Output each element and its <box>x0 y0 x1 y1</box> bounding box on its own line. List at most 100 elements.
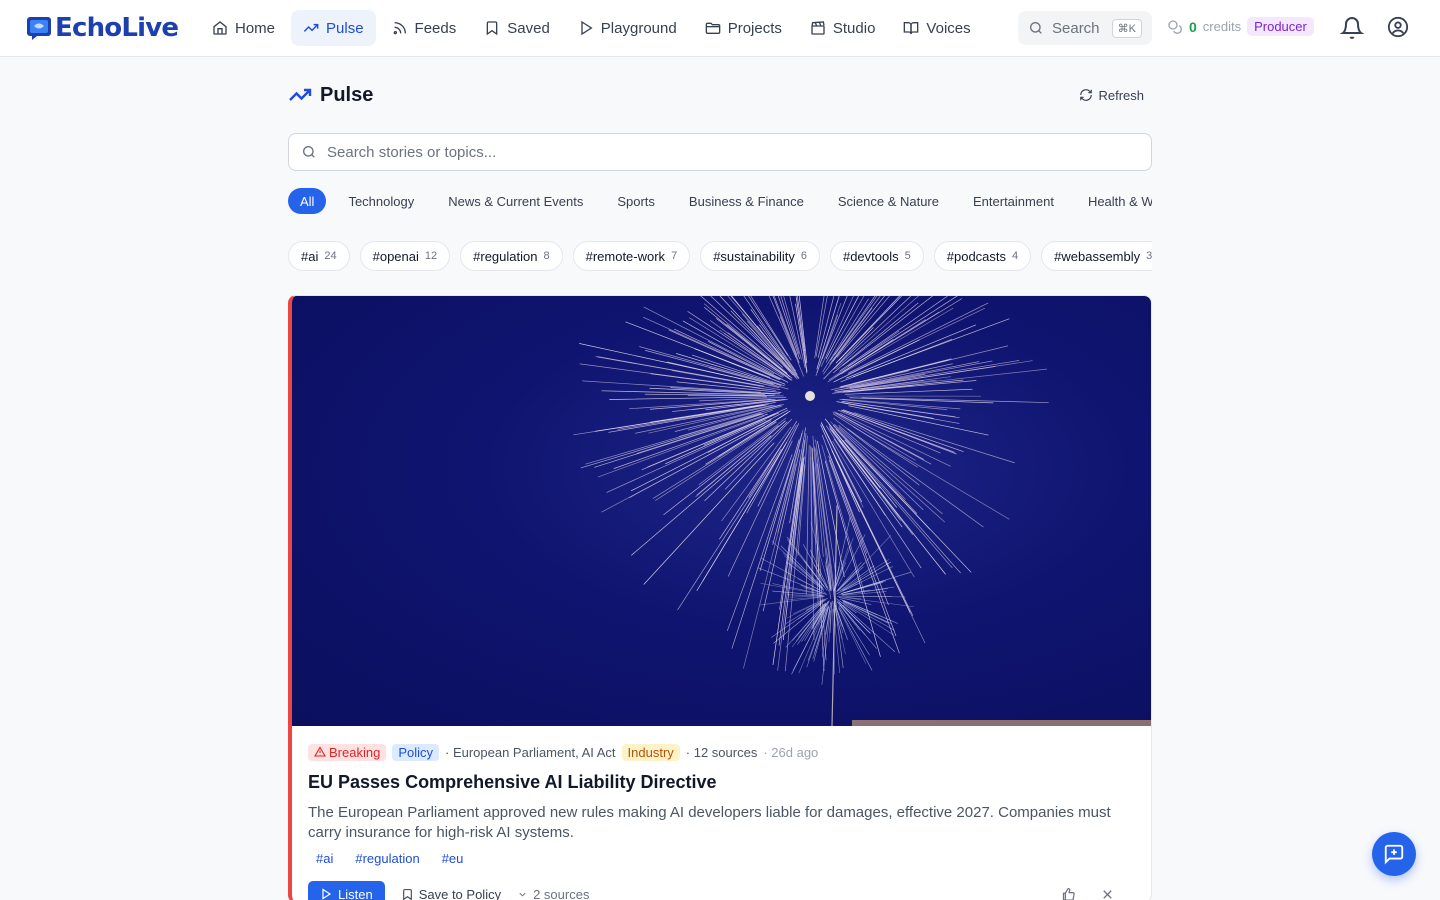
nav-label: Studio <box>832 19 876 37</box>
trending-tag[interactable]: #devtools 5 <box>829 241 924 271</box>
main-nav: Home Pulse Feeds Saved Playground Projec… <box>200 10 983 46</box>
category-technology[interactable]: Technology <box>336 188 426 214</box>
story-tag[interactable]: #regulation <box>355 851 419 866</box>
tag-count: 7 <box>671 250 678 262</box>
story-card[interactable]: Breaking Policy · European Parliament, A… <box>288 295 1152 900</box>
tag-label: #webassembly <box>1054 248 1141 264</box>
nav-label: Saved <box>507 19 550 37</box>
story-tag[interactable]: #eu <box>442 851 464 866</box>
top-navigation-bar: EchoLive Home Pulse Feeds Saved Playgrou… <box>0 0 1440 57</box>
tag-label: #regulation <box>473 248 538 264</box>
trending-tag[interactable]: #ai 24 <box>288 241 350 271</box>
credits-indicator[interactable]: 0 credits Producer <box>1167 17 1314 36</box>
bell-icon <box>1339 17 1365 39</box>
sources-toggle-label: 2 sources <box>533 886 590 900</box>
trending-tag[interactable]: #webassembly 3 <box>1041 241 1152 271</box>
audience-badge: Industry <box>621 743 680 761</box>
search-icon <box>303 146 315 158</box>
firework-illustration <box>573 296 1151 726</box>
bookmark-icon <box>402 888 412 900</box>
trending-icon <box>289 88 312 101</box>
tag-label: #podcasts <box>946 248 1007 264</box>
category-health[interactable]: Health & Wellness <box>1076 188 1152 214</box>
user-menu-button[interactable] <box>1387 16 1409 43</box>
nav-label: Projects <box>727 19 782 37</box>
trending-tag[interactable]: #openai 12 <box>359 241 451 271</box>
user-circle-icon <box>1387 16 1409 38</box>
dismiss-icon[interactable] <box>1100 887 1115 900</box>
nav-playground[interactable]: Playground <box>566 10 689 46</box>
app-logo[interactable]: EchoLive <box>26 13 179 43</box>
save-label: Save to Policy <box>418 886 502 900</box>
save-to-project-button[interactable]: Save to Policy <box>401 887 501 900</box>
folder-icon <box>705 22 721 34</box>
story-age: · 26d ago <box>763 744 819 760</box>
story-source-count: · 12 sources <box>685 744 758 760</box>
nav-label: Feeds <box>414 19 457 37</box>
nav-saved[interactable]: Saved <box>472 10 562 46</box>
page-title-text: Pulse <box>320 83 374 106</box>
trending-tag[interactable]: #sustainability 6 <box>700 241 820 271</box>
message-plus-icon <box>1384 844 1404 865</box>
nav-studio[interactable]: Studio <box>798 10 888 46</box>
nav-label: Playground <box>600 19 677 37</box>
category-entertainment[interactable]: Entertainment <box>961 188 1066 214</box>
tag-count: 4 <box>1012 250 1019 262</box>
tag-count: 5 <box>904 250 911 262</box>
tag-label: #sustainability <box>713 248 795 264</box>
listen-button[interactable]: Listen <box>308 881 385 900</box>
nav-voices[interactable]: Voices <box>891 10 982 46</box>
alert-triangle-icon <box>314 746 326 757</box>
story-tags: #ai #regulation #eu <box>308 851 1135 866</box>
story-search-box <box>288 133 1152 171</box>
category-business[interactable]: Business & Finance <box>677 188 816 214</box>
search-icon <box>1030 22 1042 34</box>
pulse-page: Pulse Refresh All Technology News & Curr… <box>288 57 1152 900</box>
credits-label: credits <box>1202 19 1242 34</box>
logo-mark-icon <box>27 17 51 40</box>
credits-value: 0 <box>1189 18 1197 35</box>
thumbs-up-icon[interactable] <box>1061 887 1076 900</box>
sources-toggle[interactable]: 2 sources <box>517 887 589 900</box>
app-name: EchoLive <box>55 13 179 43</box>
tag-count: 3 <box>1146 250 1152 262</box>
chat-assistant-button[interactable] <box>1372 832 1416 876</box>
coins-icon <box>1168 19 1182 34</box>
trending-tag[interactable]: #podcasts 4 <box>933 241 1032 271</box>
global-search-button[interactable]: Search ⌘K <box>1018 11 1152 45</box>
nav-pulse[interactable]: Pulse <box>291 10 376 46</box>
trending-tag[interactable]: #remote-work 7 <box>572 241 691 271</box>
notifications-button[interactable] <box>1339 16 1365 45</box>
category-badge: Policy <box>392 743 439 761</box>
story-title[interactable]: EU Passes Comprehensive AI Liability Dir… <box>308 772 1135 793</box>
story-tag[interactable]: #ai <box>316 851 333 866</box>
story-hero-image <box>292 296 1151 726</box>
play-icon <box>322 888 332 900</box>
story-entities: · European Parliament, AI Act <box>445 744 616 760</box>
play-icon <box>581 20 593 36</box>
search-label: Search <box>1052 19 1100 37</box>
breaking-badge: Breaking <box>308 743 387 761</box>
tag-count: 8 <box>543 250 550 262</box>
category-all[interactable]: All <box>288 188 327 214</box>
category-news[interactable]: News & Current Events <box>436 188 595 214</box>
trending-tag[interactable]: #regulation 8 <box>460 241 563 271</box>
category-sports[interactable]: Sports <box>605 188 667 214</box>
refresh-button[interactable]: Refresh <box>1079 88 1144 103</box>
nav-home[interactable]: Home <box>200 10 287 46</box>
tag-label: #openai <box>372 248 419 264</box>
nav-feeds[interactable]: Feeds <box>380 10 469 46</box>
story-card-body: Breaking Policy · European Parliament, A… <box>292 726 1151 900</box>
tag-label: #ai <box>301 248 319 264</box>
home-icon <box>213 21 227 35</box>
tag-count: 6 <box>800 250 807 262</box>
category-science[interactable]: Science & Nature <box>826 188 951 214</box>
nav-projects[interactable]: Projects <box>693 10 794 46</box>
plan-tier-badge: Producer <box>1247 17 1314 36</box>
chevron-down-icon <box>519 892 526 897</box>
tag-label: #devtools <box>842 248 899 264</box>
story-feedback <box>1061 887 1115 900</box>
page-title: Pulse <box>288 83 373 107</box>
breaking-label: Breaking <box>329 744 381 760</box>
story-search-input[interactable] <box>327 143 1139 161</box>
